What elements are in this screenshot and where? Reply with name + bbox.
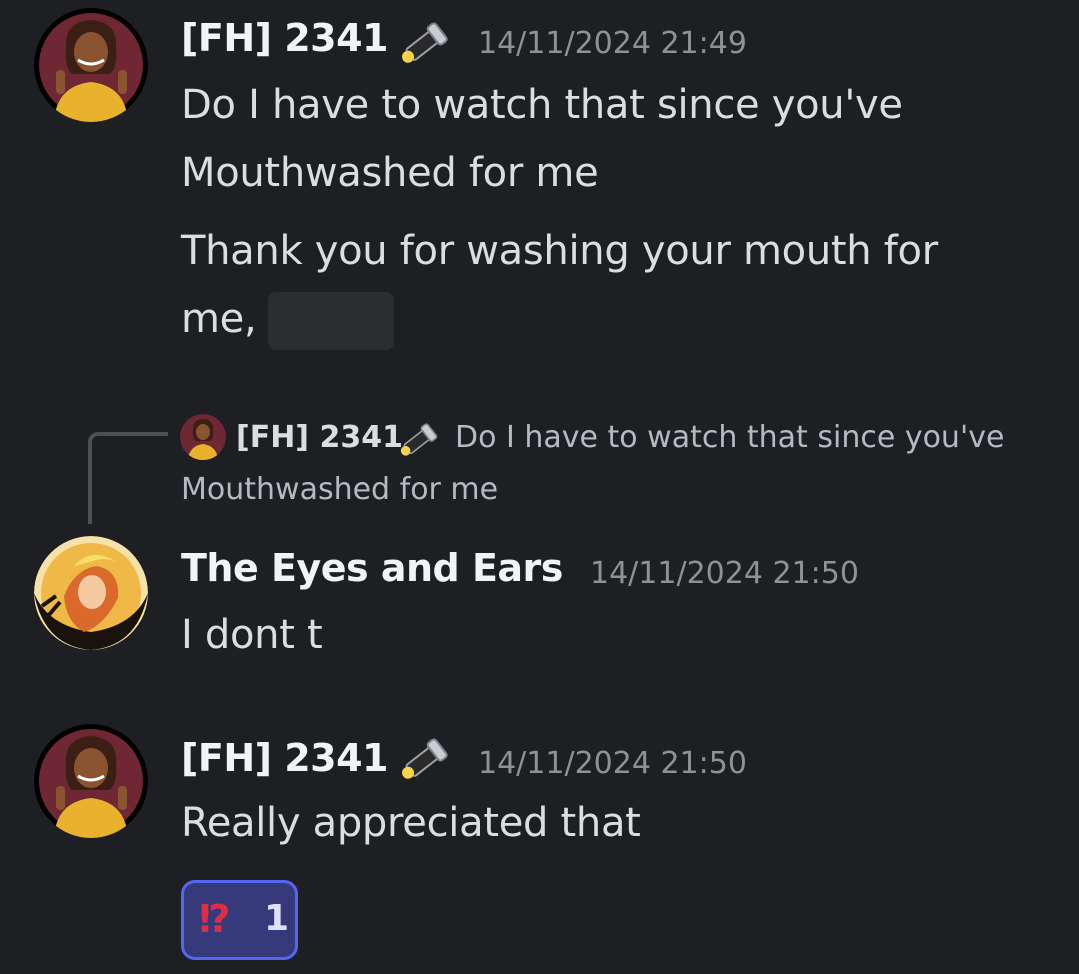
avatar[interactable] [34, 8, 148, 122]
message-author[interactable]: The Eyes and Ears [181, 546, 563, 590]
message-text: I dont t [181, 612, 323, 658]
spoiler-text[interactable] [268, 292, 394, 350]
chat-view: [FH] 2341 14/11/2024 21:49 Do I have to … [0, 0, 1079, 974]
message-author[interactable]: [FH] 2341 [181, 736, 389, 780]
message-author[interactable]: [FH] 2341 [181, 16, 389, 60]
message-timestamp: 14/11/2024 21:50 [590, 556, 859, 591]
message-text: Do I have to watch that since you've [181, 82, 903, 128]
reply-connector [88, 432, 168, 524]
message-text: Really appreciated that [181, 800, 641, 846]
reply-avatar[interactable] [180, 414, 226, 460]
flashlight-icon [396, 730, 456, 790]
message-timestamp: 14/11/2024 21:50 [478, 746, 747, 781]
avatar[interactable] [34, 536, 148, 650]
interrobang-emoji-icon: ⁉ [199, 897, 231, 941]
message-timestamp: 14/11/2024 21:49 [478, 26, 747, 61]
message-text: me, [181, 296, 257, 342]
reply-author[interactable]: [FH] 2341 [236, 420, 403, 455]
message-text: Thank you for washing your mouth for [181, 228, 938, 274]
flashlight-icon [396, 14, 456, 74]
avatar[interactable] [34, 724, 148, 838]
reply-preview-text[interactable]: Mouthwashed for me [181, 472, 498, 507]
reaction-count: 1 [264, 898, 290, 939]
reply-preview-text[interactable]: Do I have to watch that since you've [455, 420, 1004, 455]
flashlight-icon [396, 416, 444, 466]
message-text: Mouthwashed for me [181, 150, 599, 196]
reaction-button[interactable]: ⁉ 1 [181, 880, 298, 960]
